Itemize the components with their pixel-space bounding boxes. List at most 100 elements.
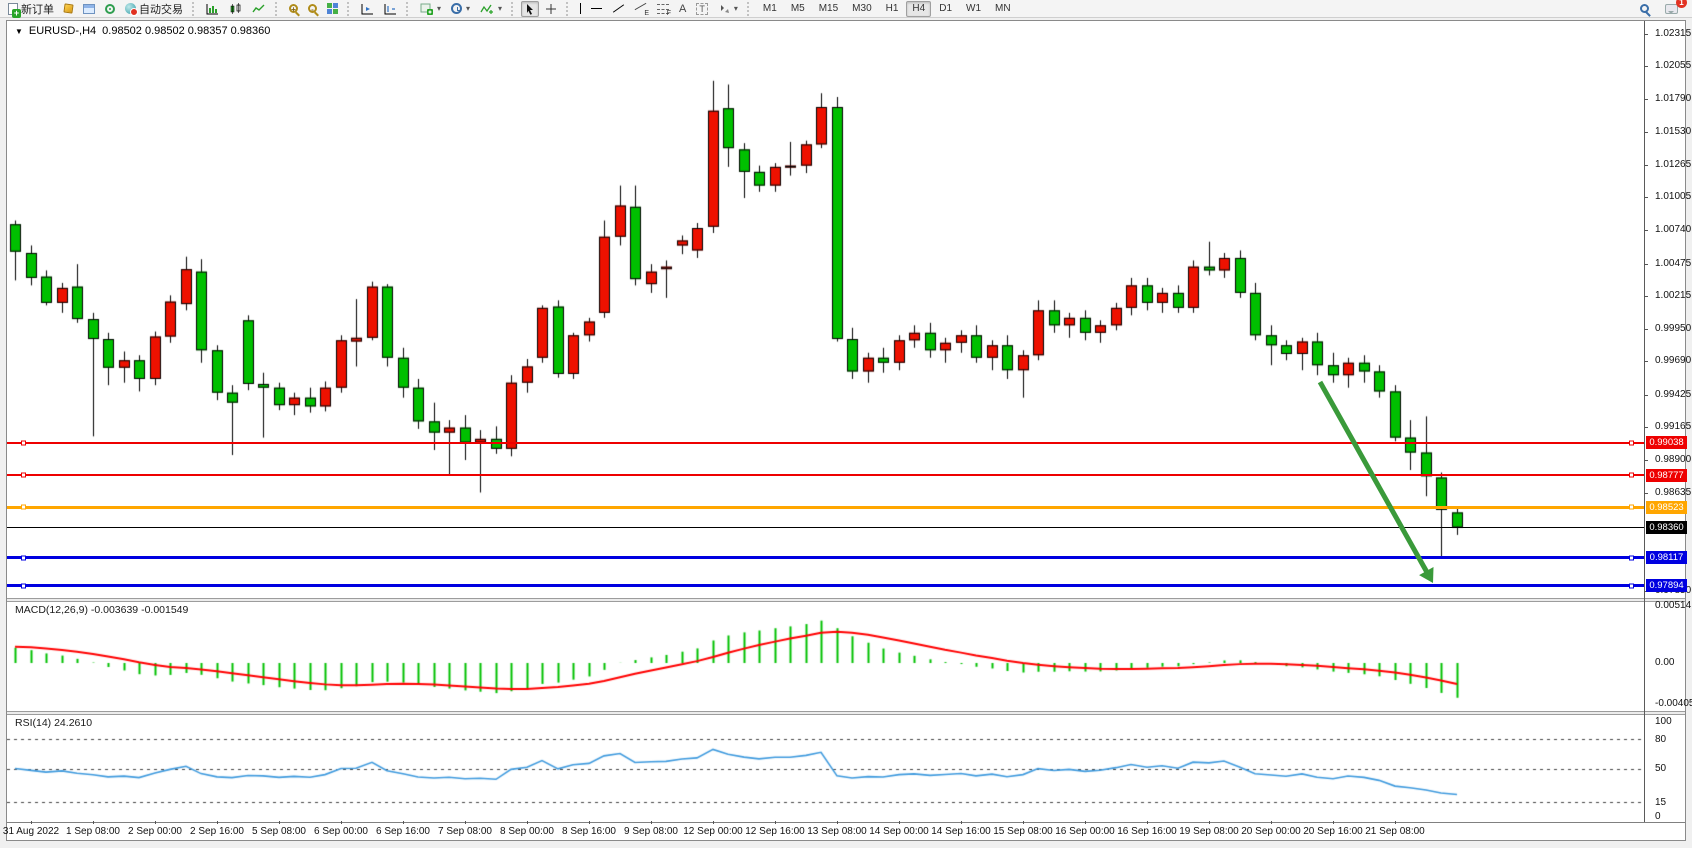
line-chart-icon bbox=[252, 3, 266, 15]
timeframe-button-m30[interactable]: M30 bbox=[846, 1, 877, 17]
hline-anchor[interactable] bbox=[21, 583, 26, 588]
time-tick bbox=[217, 821, 218, 824]
time-tick bbox=[279, 821, 280, 824]
time-tick-label: 16 Sep 00:00 bbox=[1055, 826, 1115, 837]
price-tick bbox=[1644, 296, 1648, 297]
macd-scale-max: 0.00514 bbox=[1655, 600, 1691, 611]
time-tick bbox=[1147, 821, 1148, 824]
hline-0.98360[interactable] bbox=[7, 527, 1644, 528]
zoom-out-button[interactable]: - bbox=[304, 1, 321, 17]
time-tick bbox=[1395, 821, 1396, 824]
shapes-tool-button[interactable]: ▾ bbox=[714, 1, 742, 17]
channel-tool-button[interactable] bbox=[630, 1, 651, 17]
candle-chart-button[interactable] bbox=[225, 1, 246, 17]
time-tick bbox=[651, 821, 652, 824]
hline-anchor[interactable] bbox=[21, 505, 26, 510]
fibonacci-tool-button[interactable] bbox=[653, 1, 673, 17]
toolbar-separator bbox=[406, 2, 411, 16]
timeframe-button-m1[interactable]: M1 bbox=[757, 1, 783, 17]
period-button[interactable]: ▾ bbox=[447, 1, 474, 17]
auto-scroll-button[interactable] bbox=[357, 1, 378, 17]
hline-0.97894[interactable] bbox=[7, 584, 1644, 587]
timeframe-button-mn[interactable]: MN bbox=[989, 1, 1017, 17]
cursor-tool-button[interactable] bbox=[521, 1, 539, 17]
hline-anchor[interactable] bbox=[1629, 555, 1634, 560]
timeframe-button-m5[interactable]: M5 bbox=[785, 1, 811, 17]
indicators-button[interactable]: ▾ bbox=[476, 1, 506, 17]
zoom-in-button[interactable]: + bbox=[285, 1, 302, 17]
timeframe-button-h4[interactable]: H4 bbox=[906, 1, 931, 17]
hline-anchor[interactable] bbox=[1629, 440, 1634, 445]
macd-pane-separator[interactable] bbox=[7, 598, 1685, 602]
time-tick bbox=[1271, 821, 1272, 824]
text-tool-button[interactable]: A bbox=[675, 1, 690, 17]
price-axis-line bbox=[1644, 21, 1645, 822]
timeframe-button-d1[interactable]: D1 bbox=[933, 1, 958, 17]
tile-windows-button[interactable] bbox=[323, 1, 342, 17]
shapes-tool-icon bbox=[718, 3, 730, 15]
new-order-button[interactable]: 新订单 bbox=[4, 1, 58, 17]
timeframe-button-w1[interactable]: W1 bbox=[960, 1, 987, 17]
time-tick-label: 1 Sep 08:00 bbox=[66, 826, 120, 837]
horizontal-line-tool-button[interactable] bbox=[587, 1, 606, 17]
price-tick bbox=[1644, 264, 1648, 265]
hline-0.98523[interactable] bbox=[7, 506, 1644, 509]
data-window-button[interactable] bbox=[79, 1, 99, 17]
notification-badge: 1 bbox=[1676, 0, 1687, 8]
price-badge-0.98777: 0.98777 bbox=[1646, 469, 1687, 482]
hline-anchor[interactable] bbox=[1629, 505, 1634, 510]
time-tick bbox=[589, 821, 590, 824]
hline-anchor[interactable] bbox=[1629, 583, 1634, 588]
hline-0.98777[interactable] bbox=[7, 474, 1644, 476]
hline-0.99038[interactable] bbox=[7, 442, 1644, 444]
autotrade-label: 自动交易 bbox=[139, 1, 183, 17]
dropdown-caret-icon: ▾ bbox=[734, 4, 738, 13]
new-chart-button[interactable]: ▾ bbox=[416, 1, 445, 17]
bar-chart-button[interactable] bbox=[202, 1, 223, 17]
crosshair-tool-button[interactable] bbox=[541, 1, 561, 17]
notifications-button[interactable]: 1 bbox=[1661, 1, 1682, 17]
vertical-line-tool-button[interactable] bbox=[576, 1, 585, 17]
price-tick-label: 1.01530 bbox=[1655, 126, 1691, 137]
timeframe-button-m15[interactable]: M15 bbox=[813, 1, 844, 17]
autotrade-button[interactable]: 自动交易 bbox=[121, 1, 187, 17]
search-icon bbox=[1640, 4, 1649, 13]
price-tick-label: 1.01265 bbox=[1655, 159, 1691, 170]
hline-anchor[interactable] bbox=[21, 555, 26, 560]
chart-symbol-period: EURUSD-,H4 bbox=[29, 25, 96, 37]
price-tick-label: 1.00475 bbox=[1655, 258, 1691, 269]
trendline-tool-button[interactable] bbox=[608, 1, 628, 17]
navigator-button[interactable] bbox=[101, 1, 119, 17]
price-tick bbox=[1644, 132, 1648, 133]
time-tick-label: 12 Sep 16:00 bbox=[745, 826, 805, 837]
label-tool-button[interactable]: T bbox=[692, 1, 712, 17]
price-tick bbox=[1644, 197, 1648, 198]
chart-canvas[interactable] bbox=[7, 21, 1644, 822]
market-watch-button[interactable] bbox=[60, 1, 77, 17]
price-badge-0.99038: 0.99038 bbox=[1646, 436, 1687, 449]
time-tick bbox=[93, 821, 94, 824]
time-tick-label: 19 Sep 08:00 bbox=[1179, 826, 1239, 837]
collapse-chart-icon[interactable]: ▼ bbox=[15, 27, 23, 36]
price-tick bbox=[1644, 395, 1648, 396]
hline-0.98117[interactable] bbox=[7, 556, 1644, 559]
price-tick-label: 1.01790 bbox=[1655, 93, 1691, 104]
navigator-icon bbox=[105, 4, 115, 14]
chart-shift-button[interactable] bbox=[380, 1, 401, 17]
price-tick-label: 0.98900 bbox=[1655, 454, 1691, 465]
timeframe-button-h1[interactable]: H1 bbox=[880, 1, 905, 17]
hline-anchor[interactable] bbox=[1629, 473, 1634, 478]
toolbar-separator bbox=[275, 2, 280, 16]
indicators-icon bbox=[480, 3, 494, 15]
line-chart-button[interactable] bbox=[248, 1, 270, 17]
time-tick-label: 12 Sep 00:00 bbox=[683, 826, 743, 837]
hline-anchor[interactable] bbox=[21, 473, 26, 478]
time-tick-label: 14 Sep 00:00 bbox=[869, 826, 929, 837]
rsi-pane-separator[interactable] bbox=[7, 711, 1685, 715]
timeframe-group: M1M5M15M30H1H4D1W1MN bbox=[757, 1, 1017, 17]
zoom-in-icon: + bbox=[289, 4, 298, 13]
rsi-label: RSI(14) 24.2610 bbox=[15, 717, 92, 729]
search-button[interactable] bbox=[1636, 1, 1653, 17]
hline-anchor[interactable] bbox=[21, 440, 26, 445]
time-tick-label: 20 Sep 00:00 bbox=[1241, 826, 1301, 837]
